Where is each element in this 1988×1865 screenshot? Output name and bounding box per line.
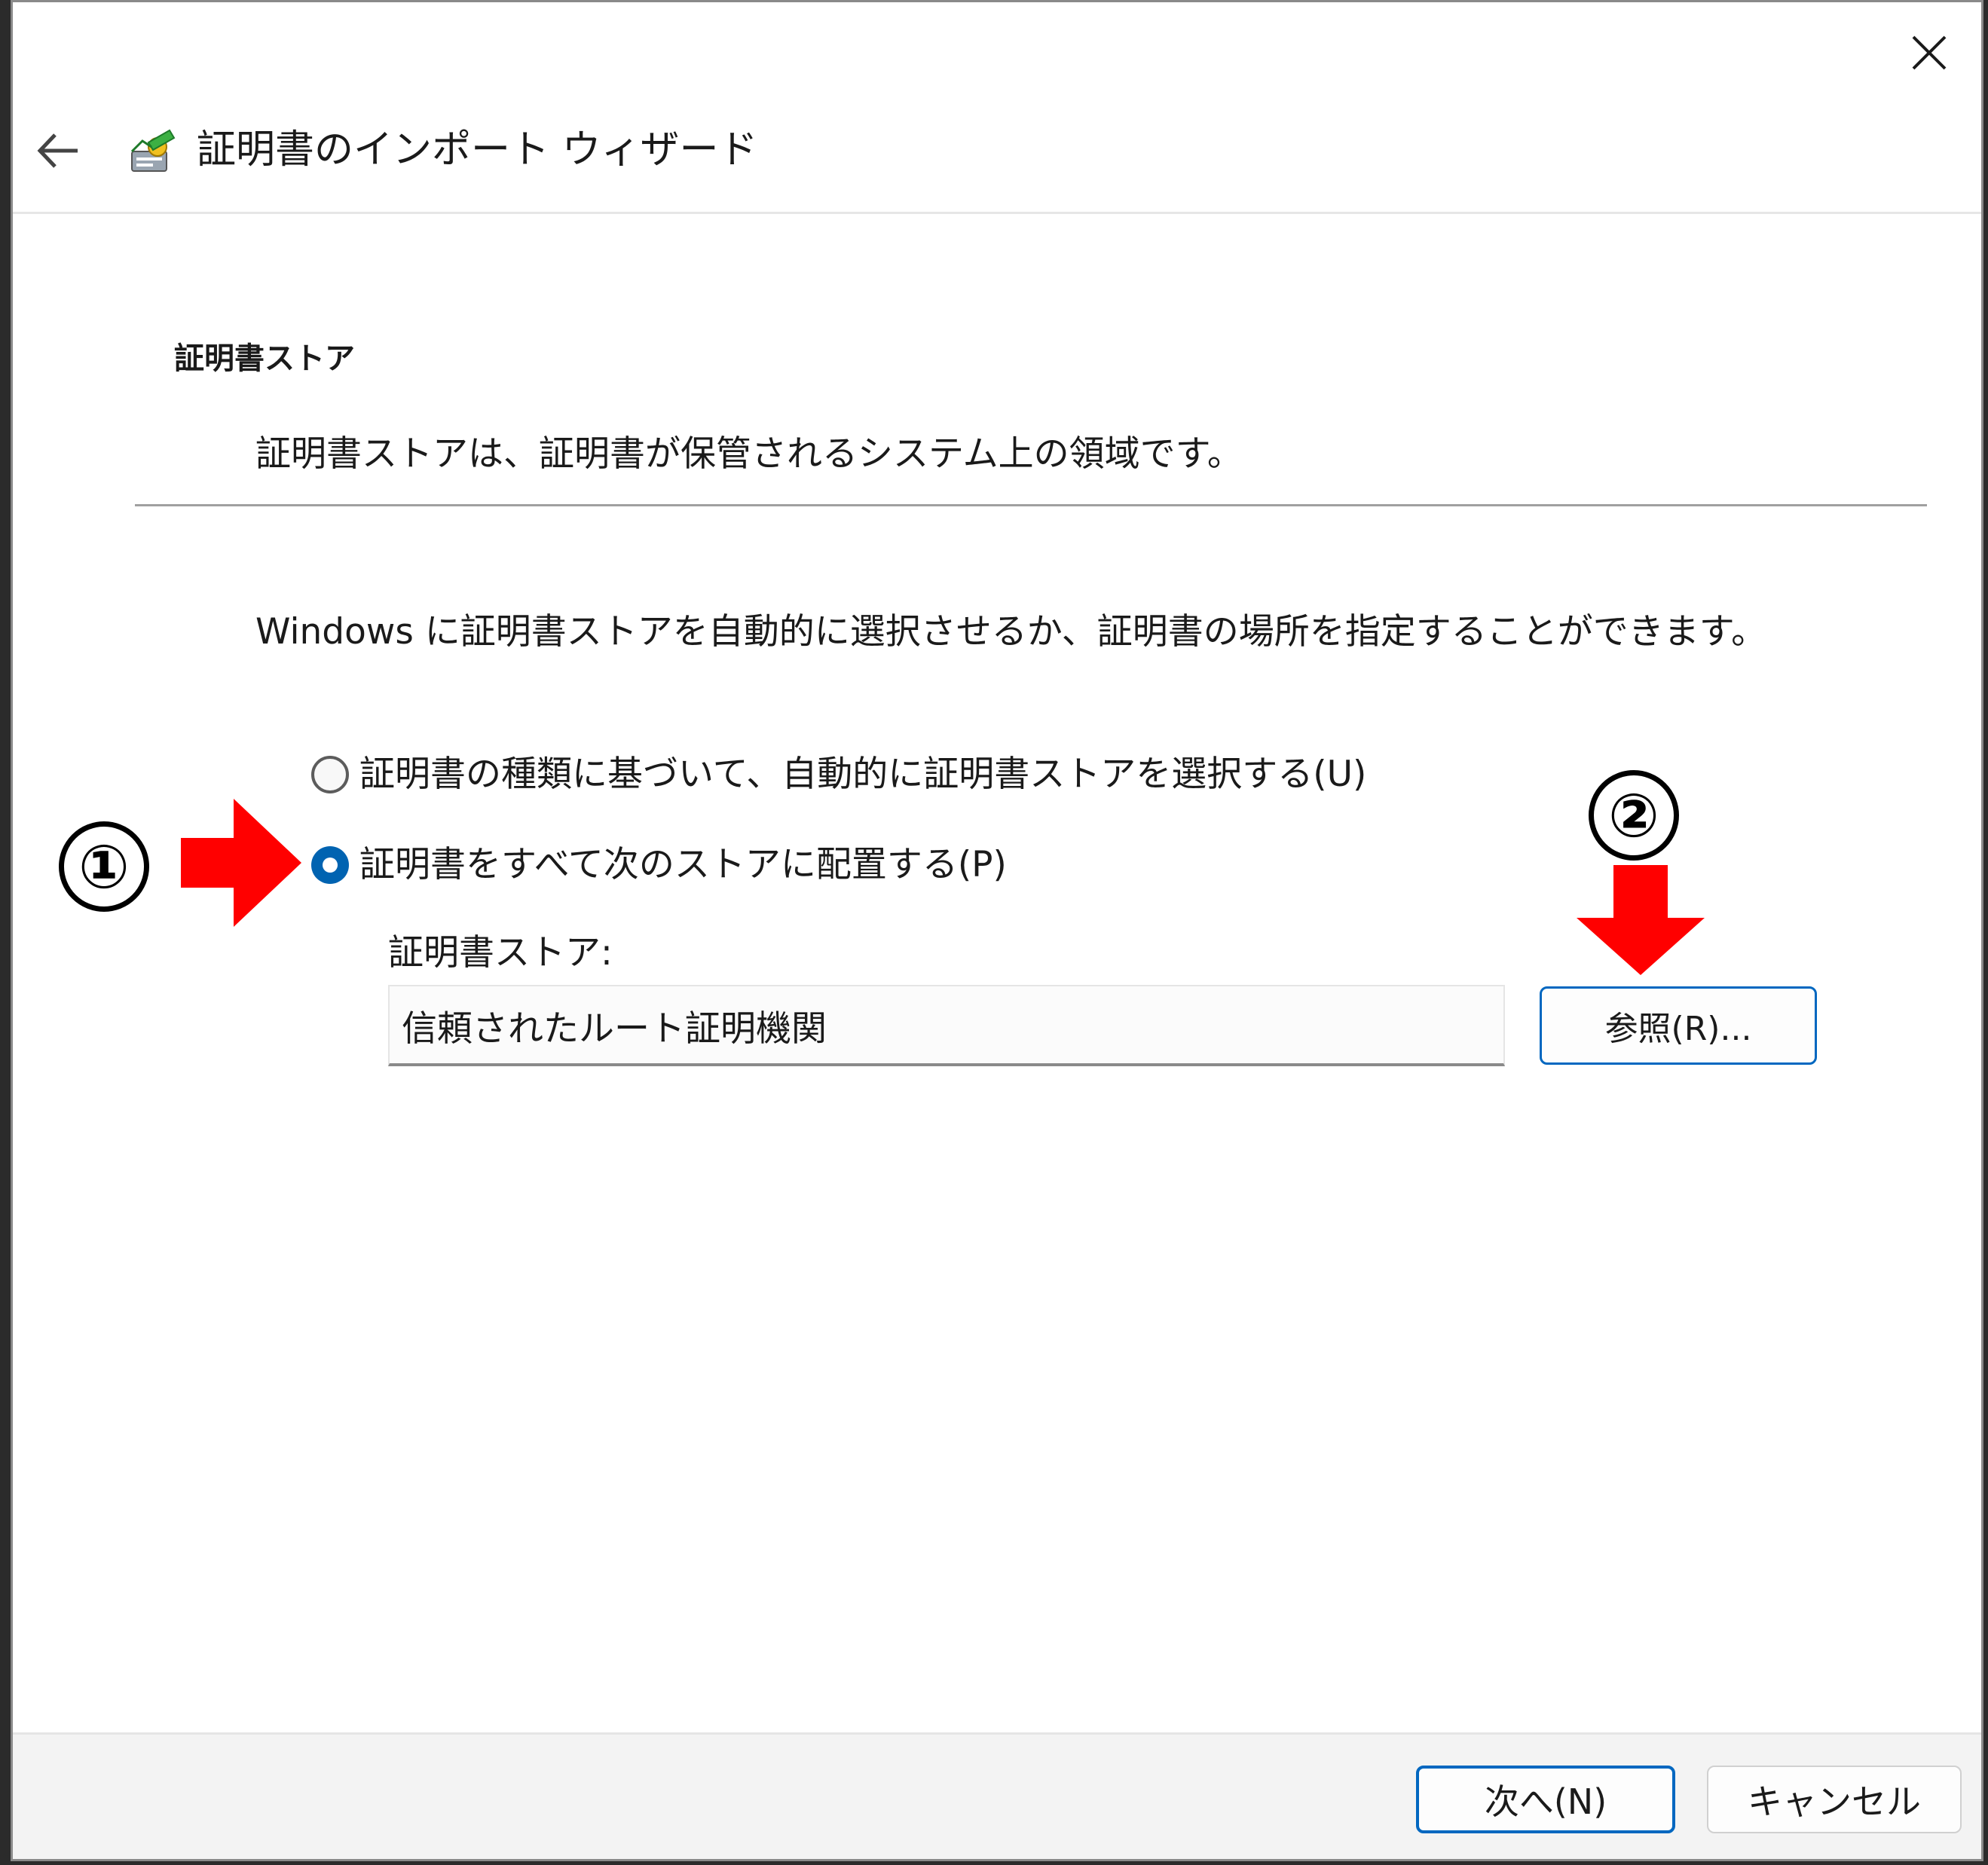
intro-text: Windows に証明書ストアを自動的に選択させるか、証明書の場所を指定すること… [255, 611, 1767, 653]
section-title: 証明書ストア [174, 341, 355, 376]
wizard-header: 証明書のインポート ウィザード [13, 2, 1981, 214]
annotation-step-1-badge: ① [59, 821, 149, 912]
radio-place-all-in-store[interactable]: 証明書をすべて次のストアに配置する(P) [311, 839, 1007, 891]
annotation-down-arrow-icon [1577, 865, 1705, 975]
radio-button-unselected[interactable] [311, 756, 349, 793]
annotation-step-2-badge: ② [1589, 770, 1679, 861]
back-button[interactable] [32, 124, 85, 177]
store-field-label: 証明書ストア: [388, 932, 613, 974]
radio-auto-select-store[interactable]: 証明書の種類に基づいて、自動的に証明書ストアを選択する(U) [311, 748, 1366, 801]
wizard-title: 証明書のインポート ウィザード [197, 127, 758, 173]
section-description: 証明書ストアは、証明書が保管されるシステム上の領域です。 [255, 433, 1243, 475]
close-icon [1912, 35, 1947, 70]
section-divider [135, 504, 1927, 506]
radio-label-place-all: 証明書をすべて次のストアに配置する(P) [359, 844, 1007, 885]
cancel-button[interactable]: キャンセル [1707, 1766, 1962, 1833]
annotation-right-arrow-icon [181, 799, 301, 927]
close-button[interactable] [1906, 29, 1953, 76]
header-divider [13, 212, 1981, 214]
browse-button[interactable]: 参照(R)... [1540, 986, 1817, 1065]
radio-label-auto: 証明書の種類に基づいて、自動的に証明書ストアを選択する(U) [359, 754, 1367, 795]
wizard-footer [13, 1732, 1981, 1859]
back-arrow-icon [37, 133, 78, 168]
next-button[interactable]: 次へ(N) [1416, 1766, 1675, 1833]
radio-button-selected[interactable] [311, 846, 349, 884]
certificate-store-field[interactable] [388, 985, 1505, 1066]
certificate-wizard-icon [127, 124, 183, 180]
